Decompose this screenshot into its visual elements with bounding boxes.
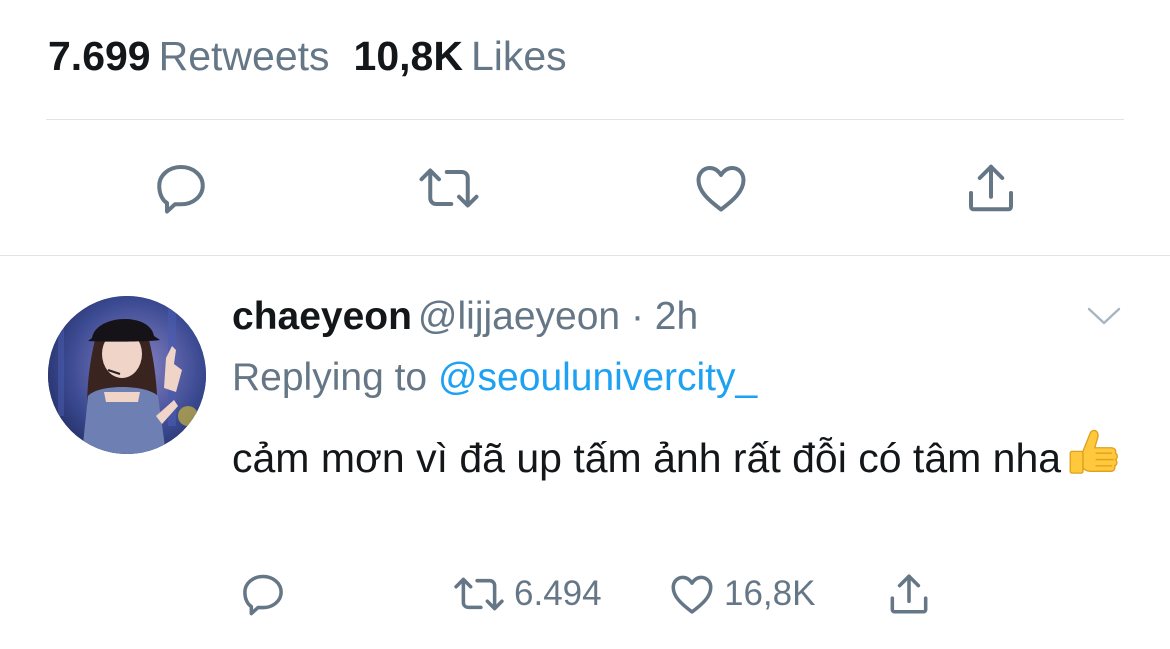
retweet-count: 6.494 [514,574,602,613]
likes-label: Likes [470,33,567,79]
replying-to: Replying to @seoulunivercity_ [232,354,757,402]
reply-button[interactable] [148,155,214,221]
more-options-button[interactable] [1084,300,1124,332]
reply-icon [157,165,205,214]
reply-body: cảm mơn vì đã up tấm ảnh rất đỗi có tâm … [232,435,1062,481]
display-name[interactable]: chaeyeon [232,295,412,338]
divider [46,119,1124,120]
likes-stat[interactable]: 10,8K Likes [354,33,567,79]
retweets-stat[interactable]: 7.699 Retweets [48,33,330,79]
reply-icon [243,574,283,616]
reply-retweet-button[interactable]: 6.494 [450,568,602,620]
reply-reply-button[interactable] [238,568,288,620]
retweet-icon [419,168,479,208]
chevron-down-icon [1087,307,1121,325]
likes-count: 10,8K [353,33,463,79]
mention-link[interactable]: @seoulunivercity_ [438,356,757,399]
reply-action-bar: 6.494 16,8K [0,568,1170,620]
like-button[interactable] [688,155,754,221]
retweets-count: 7.699 [48,33,151,79]
reply-header: chaeyeon @lijjaeyeon · 2h [232,293,698,341]
handle-and-time[interactable]: @lijjaeyeon · 2h [418,295,698,338]
like-icon [696,166,746,212]
reply-text: cảm mơn vì đã up tấm ảnh rất đỗi có tâm … [232,426,1132,488]
share-icon [969,164,1013,212]
reply-like-button[interactable]: 16,8K [666,568,815,620]
profile-photo [48,296,206,454]
share-icon [890,574,928,614]
like-count: 16,8K [724,574,816,613]
avatar[interactable] [48,296,206,454]
retweet-icon [454,577,504,611]
reply-share-button[interactable] [884,568,934,620]
tweet-stats: 7.699 Retweets 10,8K Likes [48,30,567,82]
share-button[interactable] [958,155,1024,221]
thumbs-up-icon [1069,429,1119,474]
retweet-button[interactable] [416,155,482,221]
replying-prefix: Replying to [232,356,428,399]
retweets-label: Retweets [158,33,330,79]
tweet-action-bar [0,155,1170,221]
divider [0,255,1170,256]
like-icon [671,575,713,614]
